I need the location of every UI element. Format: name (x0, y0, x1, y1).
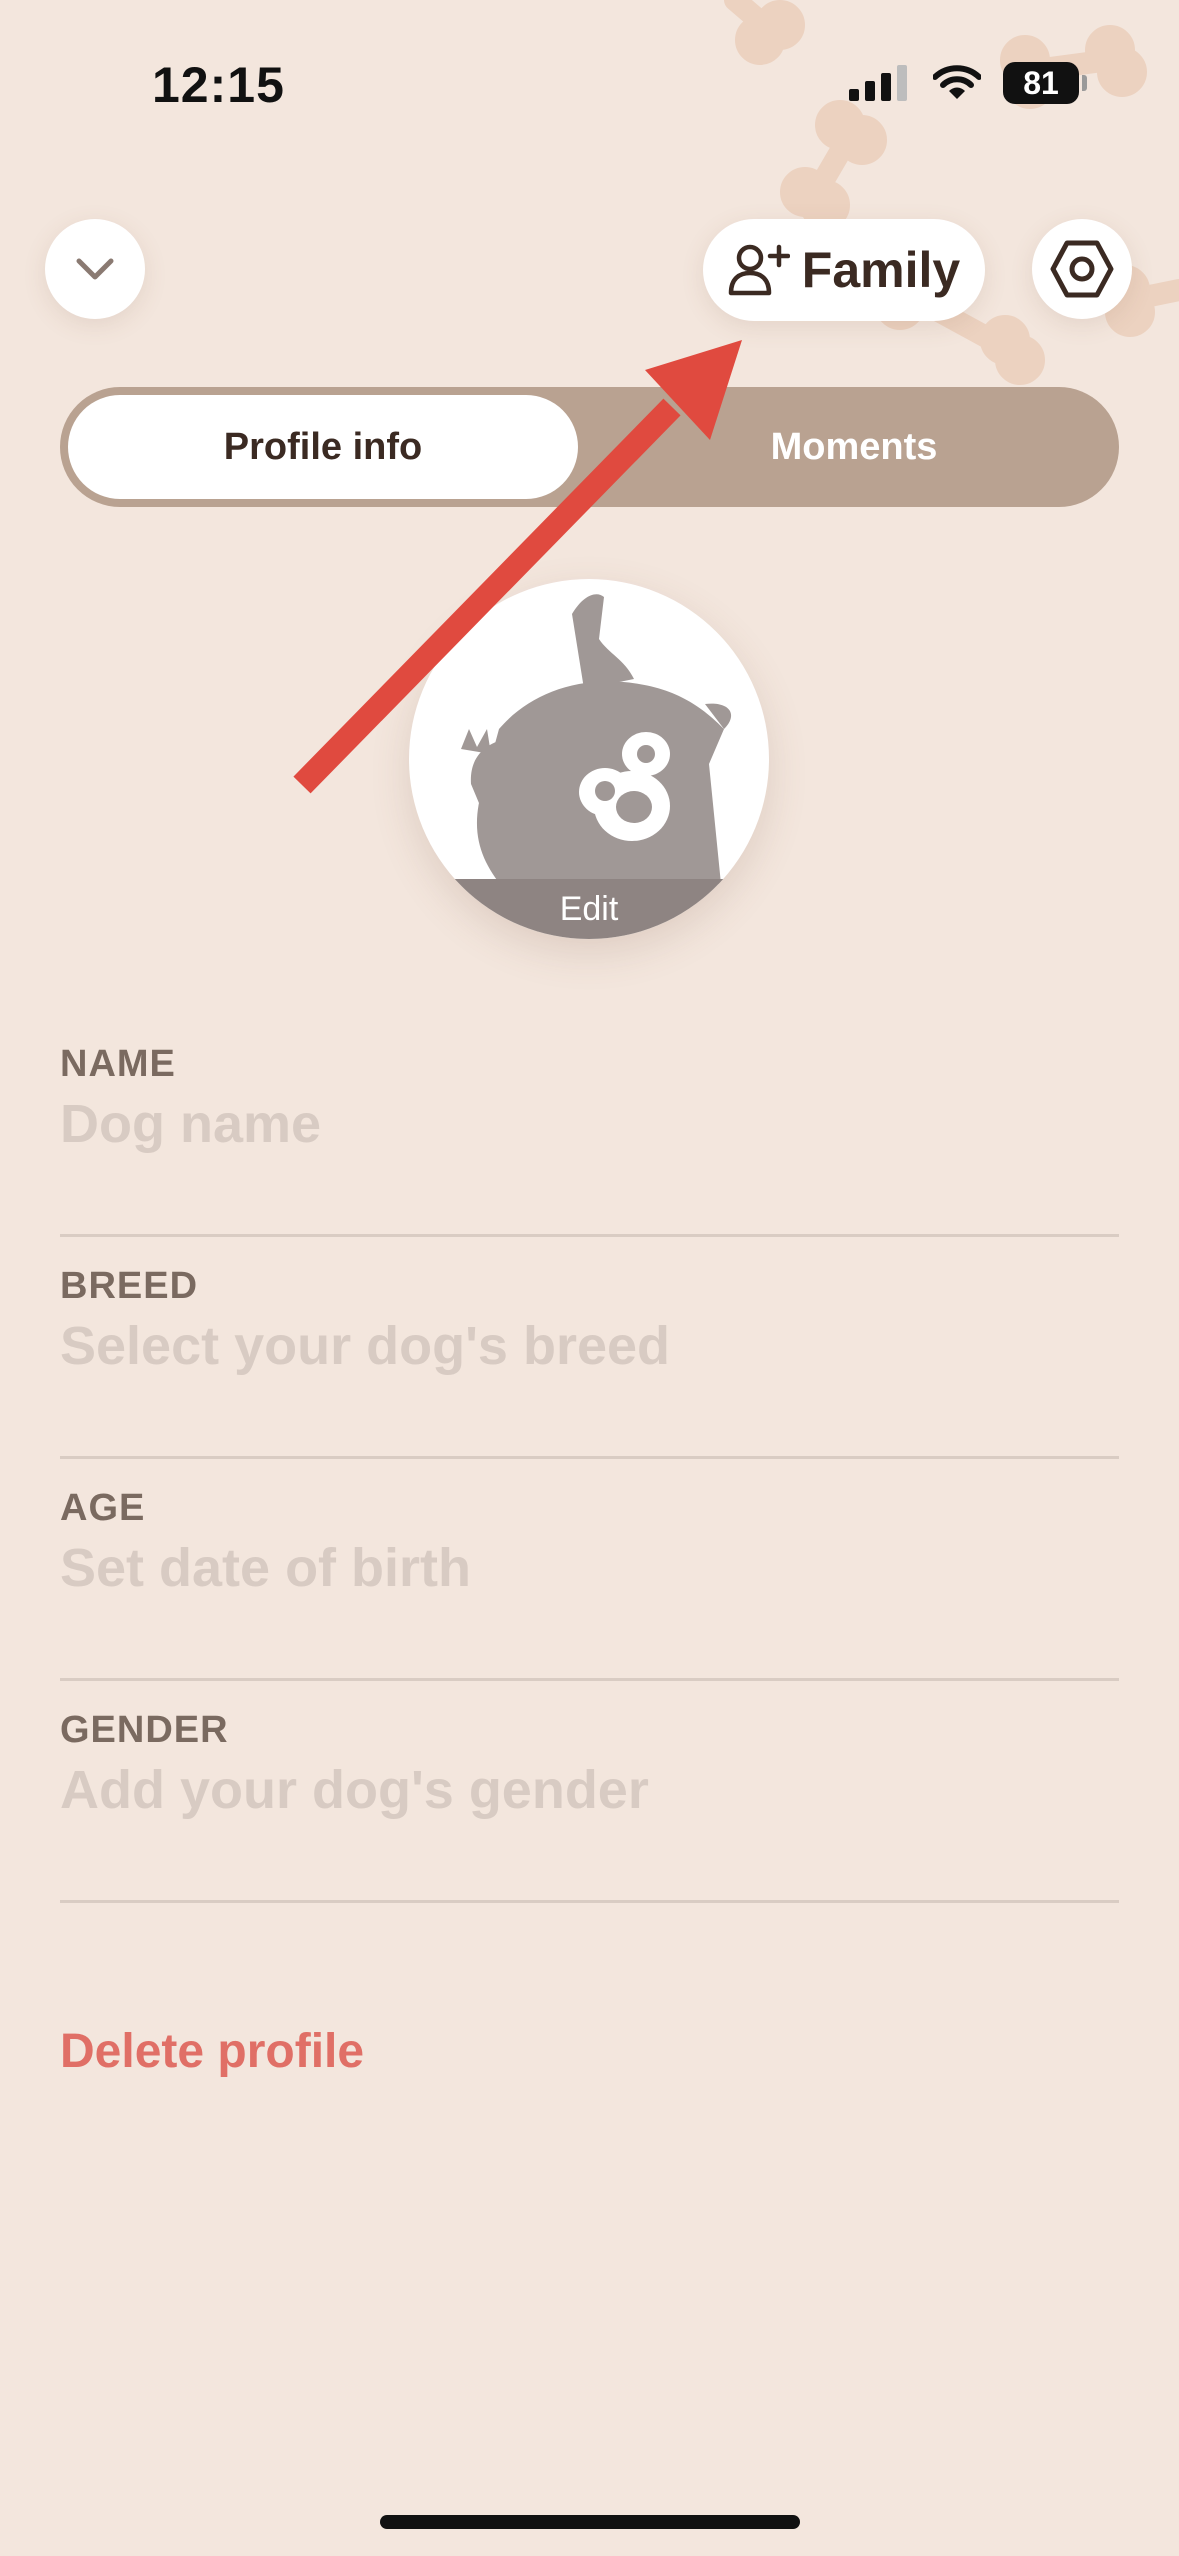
collapse-button[interactable] (45, 219, 145, 319)
name-field[interactable]: NAME Dog name (60, 1013, 1119, 1237)
name-label: NAME (60, 1043, 176, 1085)
chevron-down-icon (76, 258, 114, 280)
wifi-icon (933, 65, 981, 99)
gender-field[interactable]: GENDER Add your dog's gender (60, 1679, 1119, 1903)
status-time: 12:15 (152, 57, 285, 113)
add-user-icon (728, 244, 790, 296)
delete-profile-button[interactable]: Delete profile (60, 2024, 364, 2079)
hexagon-settings-icon (1050, 240, 1114, 298)
breed-field[interactable]: BREED Select your dog's breed (60, 1235, 1119, 1459)
name-input[interactable]: Dog name (60, 1093, 321, 1155)
breed-select[interactable]: Select your dog's breed (60, 1315, 670, 1377)
tab-moments[interactable]: Moments (589, 387, 1119, 507)
avatar-edit-label: Edit (409, 879, 769, 939)
cellular-signal-icon (849, 65, 907, 101)
birthdate-picker[interactable]: Set date of birth (60, 1537, 471, 1599)
age-label: AGE (60, 1487, 146, 1529)
home-indicator (380, 2515, 800, 2529)
breed-label: BREED (60, 1265, 199, 1307)
profile-tabs: Profile info Moments (60, 387, 1119, 507)
tab-profile-info[interactable]: Profile info (68, 395, 578, 499)
gender-label: GENDER (60, 1709, 229, 1751)
family-label: Family (801, 242, 961, 298)
gender-select[interactable]: Add your dog's gender (60, 1759, 649, 1821)
age-field[interactable]: AGE Set date of birth (60, 1457, 1119, 1681)
battery-indicator: 81 (1003, 62, 1087, 104)
status-icons: 81 (849, 62, 1087, 104)
family-button[interactable]: Family (703, 219, 985, 321)
avatar-button[interactable]: Edit (409, 579, 769, 939)
pet-profile-screen: 12:15 81 Family Profile info Moments Edi… (0, 0, 1179, 2556)
settings-button[interactable] (1032, 219, 1132, 319)
